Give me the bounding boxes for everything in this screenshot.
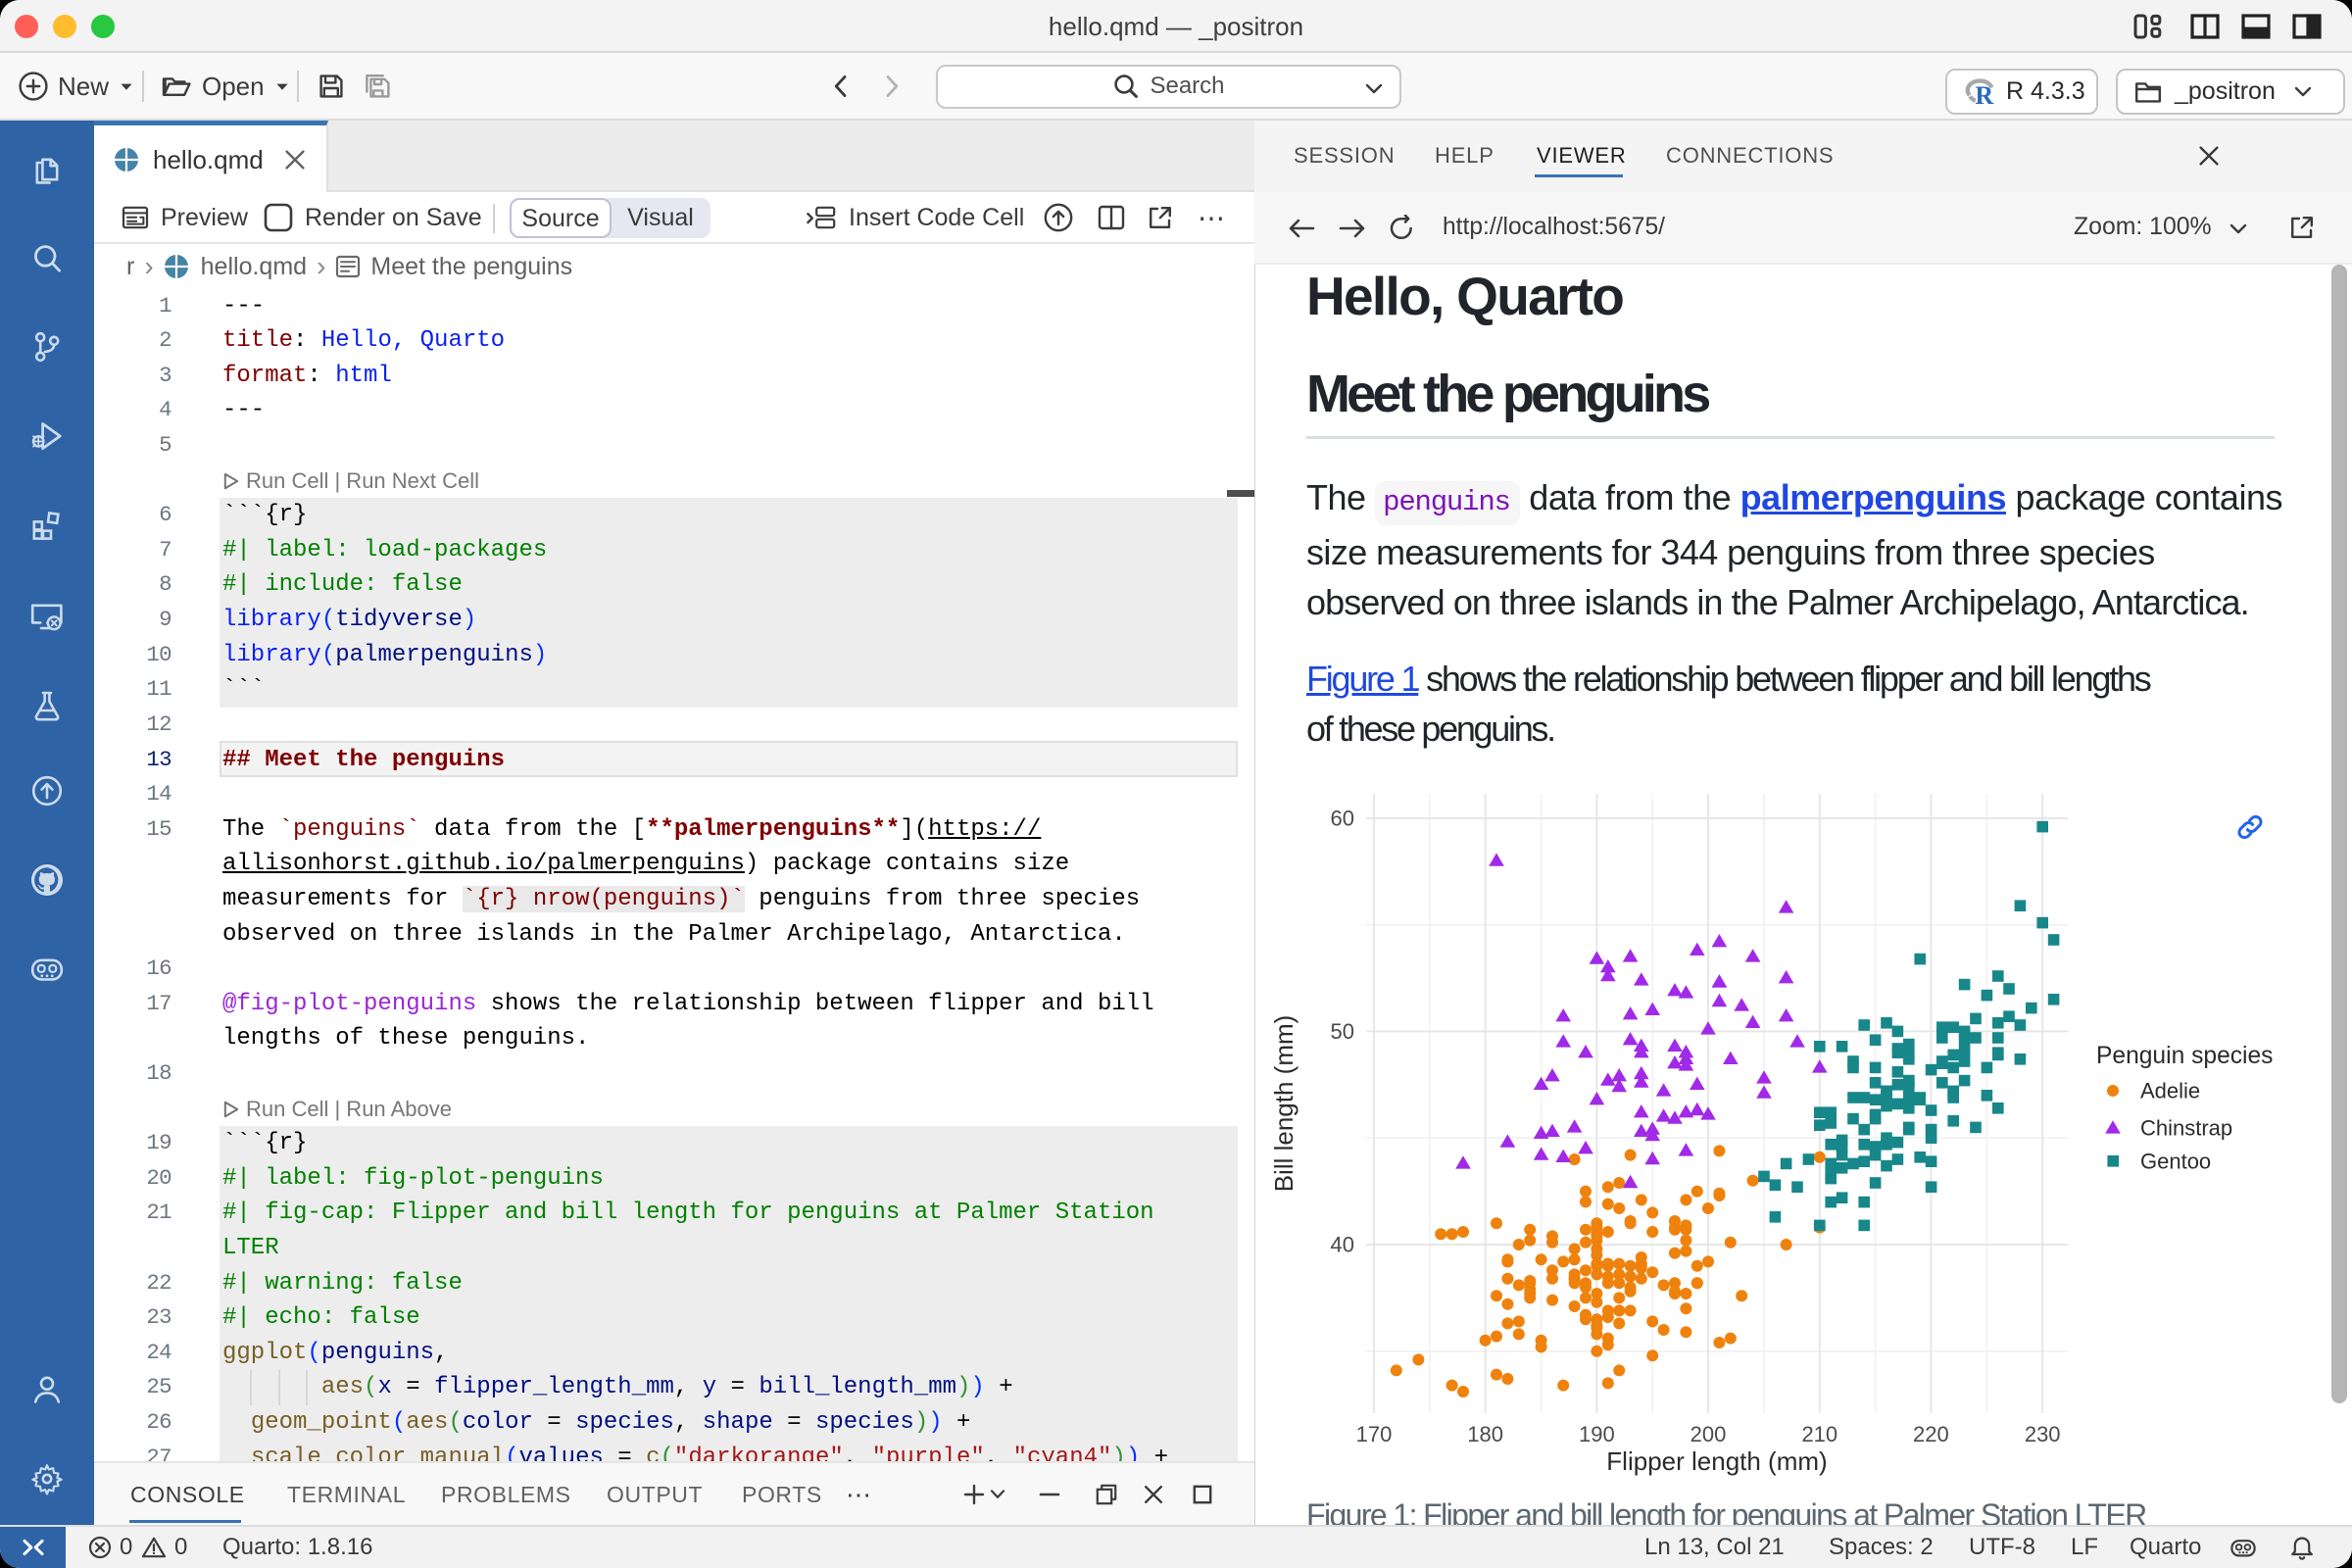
- svg-text:Gentoo: Gentoo: [2140, 1149, 2211, 1173]
- svg-text:230: 230: [2025, 1422, 2061, 1446]
- svg-text:50: 50: [1331, 1019, 1354, 1044]
- svg-text:220: 220: [1913, 1422, 1949, 1446]
- svg-text:210: 210: [1801, 1422, 1838, 1446]
- svg-text:180: 180: [1467, 1422, 1503, 1446]
- svg-text:200: 200: [1690, 1422, 1727, 1446]
- svg-text:Chinstrap: Chinstrap: [2140, 1115, 2232, 1140]
- svg-text:Adelie: Adelie: [2140, 1079, 2200, 1103]
- svg-text:60: 60: [1331, 807, 1354, 831]
- svg-text:170: 170: [1356, 1422, 1393, 1446]
- svg-text:Bill length (mm): Bill length (mm): [1274, 1015, 1298, 1193]
- svg-text:R: R: [1975, 81, 1993, 106]
- svg-text:Flipper length (mm): Flipper length (mm): [1606, 1446, 1827, 1476]
- svg-text:40: 40: [1331, 1233, 1354, 1257]
- svg-text:190: 190: [1579, 1422, 1615, 1446]
- svg-text:Penguin species: Penguin species: [2096, 1043, 2273, 1069]
